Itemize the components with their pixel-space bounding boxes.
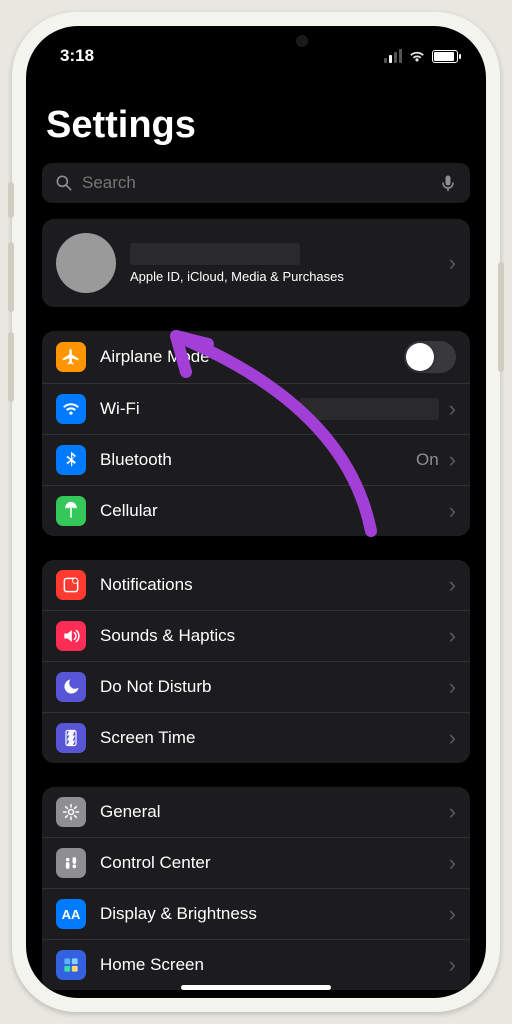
airplane-icon <box>56 342 86 372</box>
search-bar[interactable] <box>42 163 470 203</box>
search-icon <box>54 173 74 193</box>
apple-id-row[interactable]: Apple ID, iCloud, Media & Purchases › <box>42 219 470 307</box>
row-label: Cellular <box>100 501 445 521</box>
settings-group: Notifications›Sounds & Haptics›Do Not Di… <box>42 560 470 763</box>
chevron-right-icon: › <box>449 674 456 700</box>
row-label: Sounds & Haptics <box>100 626 445 646</box>
page-title: Settings <box>26 74 486 157</box>
volume-down <box>8 332 14 402</box>
bluetooth-icon <box>56 445 86 475</box>
wifi-status-icon <box>408 49 426 63</box>
status-icons <box>384 49 458 63</box>
general-icon <box>56 797 86 827</box>
profile-subtitle: Apple ID, iCloud, Media & Purchases <box>130 269 445 284</box>
settings-row-sounds[interactable]: Sounds & Haptics› <box>42 611 470 662</box>
status-time: 3:18 <box>60 46 94 66</box>
chevron-right-icon: › <box>449 799 456 825</box>
row-label: General <box>100 802 445 822</box>
home-indicator[interactable] <box>181 985 331 990</box>
settings-row-dnd[interactable]: Do Not Disturb› <box>42 662 470 713</box>
row-label: Notifications <box>100 575 445 595</box>
settings-row-homescreen[interactable]: Home Screen› <box>42 940 470 990</box>
settings-row-airplane[interactable]: Airplane Mode <box>42 331 470 384</box>
row-label: Airplane Mode <box>100 347 404 367</box>
row-label: Control Center <box>100 853 445 873</box>
settings-content[interactable]: Settings Apple ID, iCloud, Media & Purch… <box>26 74 486 998</box>
profile-text: Apple ID, iCloud, Media & Purchases <box>130 243 445 284</box>
volume-up <box>8 242 14 312</box>
settings-row-notifications[interactable]: Notifications› <box>42 560 470 611</box>
chevron-right-icon: › <box>449 623 456 649</box>
dnd-icon <box>56 672 86 702</box>
settings-group: General›Control Center›AADisplay & Brigh… <box>42 787 470 990</box>
controlcenter-icon <box>56 848 86 878</box>
row-label: Screen Time <box>100 728 445 748</box>
row-label: Display & Brightness <box>100 904 445 924</box>
phone-frame: 3:18 Settings Ap <box>12 12 500 1012</box>
notch <box>156 26 356 56</box>
chevron-right-icon: › <box>449 952 456 978</box>
toggle[interactable] <box>404 341 456 373</box>
sounds-icon <box>56 621 86 651</box>
chevron-right-icon: › <box>449 396 456 422</box>
chevron-right-icon: › <box>449 725 456 751</box>
search-input[interactable] <box>82 173 430 193</box>
battery-icon <box>432 50 458 63</box>
silent-switch <box>8 182 14 218</box>
mic-icon[interactable] <box>438 173 458 193</box>
settings-row-screentime[interactable]: Screen Time› <box>42 713 470 763</box>
screen: 3:18 Settings Ap <box>26 26 486 998</box>
chevron-right-icon: › <box>449 901 456 927</box>
chevron-right-icon: › <box>449 447 456 473</box>
settings-row-bluetooth[interactable]: BluetoothOn › <box>42 435 470 486</box>
avatar <box>56 233 116 293</box>
chevron-right-icon: › <box>449 498 456 524</box>
chevron-right-icon: › <box>449 850 456 876</box>
profile-name-redacted <box>130 243 300 265</box>
profile-group: Apple ID, iCloud, Media & Purchases › <box>42 219 470 307</box>
homescreen-icon <box>56 950 86 980</box>
settings-row-wifi[interactable]: Wi-Fi › <box>42 384 470 435</box>
settings-row-display[interactable]: AA Display & Brightness› <box>42 889 470 940</box>
row-label: Bluetooth <box>100 450 416 470</box>
notifications-icon <box>56 570 86 600</box>
cellular-signal-icon <box>384 49 402 63</box>
settings-group: Airplane ModeWi-Fi›BluetoothOn›Cellular› <box>42 331 470 536</box>
cellular-icon <box>56 496 86 526</box>
settings-row-controlcenter[interactable]: Control Center› <box>42 838 470 889</box>
chevron-right-icon: › <box>449 572 456 598</box>
power-button <box>498 262 504 372</box>
settings-row-cellular[interactable]: Cellular› <box>42 486 470 536</box>
screentime-icon <box>56 723 86 753</box>
wifi-icon <box>56 394 86 424</box>
wifi-name-redacted <box>299 398 439 420</box>
chevron-right-icon: › <box>449 250 456 276</box>
row-label: Home Screen <box>100 955 445 975</box>
settings-row-general[interactable]: General› <box>42 787 470 838</box>
row-label: Do Not Disturb <box>100 677 445 697</box>
camera <box>296 35 308 47</box>
row-value: On <box>416 450 439 470</box>
row-label: Wi-Fi <box>100 399 299 419</box>
display-icon: AA <box>56 899 86 929</box>
